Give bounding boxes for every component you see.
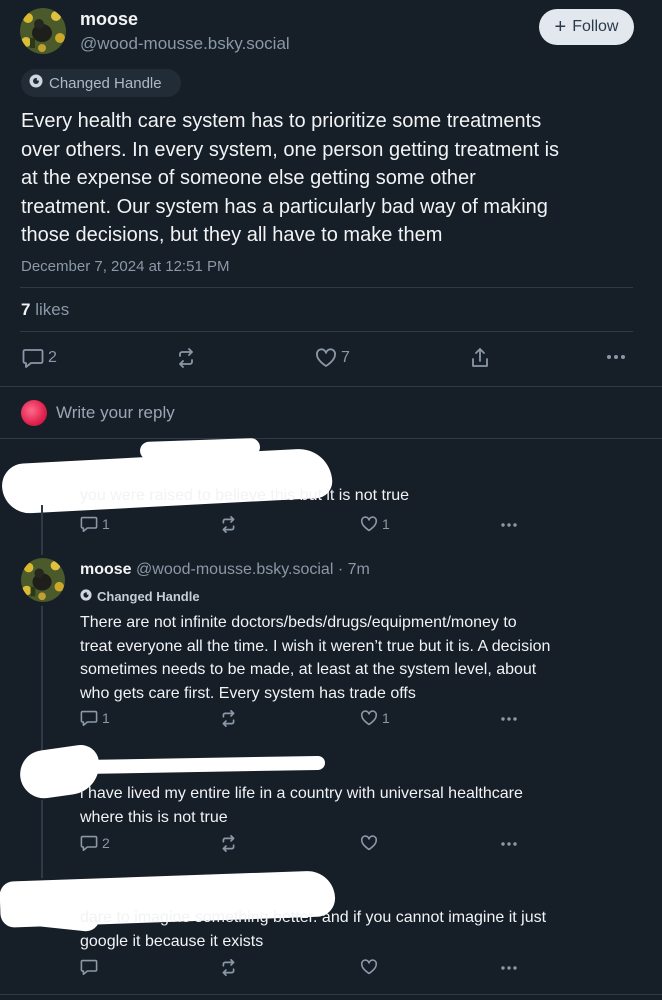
main-avatar[interactable]	[20, 8, 66, 54]
thread-line	[41, 505, 43, 555]
reply-count: 2	[102, 835, 110, 851]
like-count: 7	[341, 349, 350, 366]
changed-handle-badge[interactable]: Changed Handle	[80, 589, 200, 604]
like-button[interactable]: 1	[360, 710, 390, 726]
reply-text-line: where this is not true	[80, 808, 228, 826]
like-icon	[360, 835, 378, 851]
repost-icon	[220, 959, 237, 976]
reply-icon	[80, 516, 98, 532]
reply-avatar[interactable]	[21, 558, 65, 602]
like-count: 1	[382, 710, 390, 726]
likes-summary[interactable]: 7 likes	[21, 300, 69, 320]
like-icon	[360, 710, 378, 726]
reply-icon	[80, 959, 98, 975]
follow-label: Follow	[572, 18, 619, 35]
author-display-name[interactable]: moose	[80, 9, 138, 30]
more-options-button[interactable]	[500, 962, 518, 974]
reply-icon	[80, 710, 98, 726]
reply-button[interactable]: 2	[22, 348, 57, 368]
reply-text-line: dare to imagine something better. and if…	[80, 909, 547, 926]
redaction-scribble	[74, 755, 326, 775]
like-button[interactable]: 7	[315, 348, 350, 368]
more-icon	[500, 713, 518, 725]
likes-word: likes	[35, 300, 70, 319]
reply-count: 2	[48, 349, 57, 366]
plus-icon: +	[554, 16, 567, 38]
like-button[interactable]	[360, 959, 378, 975]
reply-count: 1	[102, 710, 110, 726]
post-text-line: at the expense of someone else getting s…	[21, 167, 476, 189]
reply-display-name: moose	[80, 561, 132, 578]
reply-button[interactable]	[80, 959, 98, 975]
more-options-button[interactable]	[500, 713, 518, 725]
like-icon	[360, 516, 378, 532]
reply-text-line: google it because it exists	[80, 932, 264, 950]
like-count: 1	[382, 516, 390, 532]
thread-line	[41, 606, 43, 751]
changed-handle-icon	[80, 589, 92, 604]
more-options-button[interactable]	[500, 838, 518, 850]
divider	[20, 287, 633, 288]
reply-text-line: sometimes needs to be made, at least at …	[80, 661, 537, 678]
reply-count: 1	[102, 516, 110, 532]
reply-button[interactable]: 1	[80, 710, 110, 726]
more-icon	[500, 519, 518, 531]
own-avatar	[21, 400, 47, 426]
reply-text-line: treat everyone all the time. I wish it w…	[80, 637, 551, 655]
reply-composer[interactable]: Write your reply	[0, 387, 662, 438]
reply-icon	[22, 348, 44, 368]
reply-button[interactable]: 2	[80, 835, 110, 851]
repost-button[interactable]	[220, 835, 237, 852]
divider	[0, 438, 662, 439]
repost-icon	[220, 835, 237, 852]
like-icon	[360, 959, 378, 975]
post-text-line: those decisions, but they all have to ma…	[21, 224, 443, 246]
divider	[0, 994, 662, 995]
more-options-button[interactable]	[500, 519, 518, 531]
post-timestamp[interactable]: December 7, 2024 at 12:51 PM	[21, 258, 229, 275]
reply-icon	[80, 835, 98, 851]
reply-text: i have lived my entire life in a country…	[80, 782, 523, 829]
repost-button[interactable]	[220, 710, 237, 727]
reply-handle: @wood-mousse.bsky.social	[136, 561, 334, 578]
repost-button[interactable]	[176, 348, 196, 368]
follow-button[interactable]: + Follow	[539, 9, 634, 45]
like-button[interactable]	[360, 835, 378, 851]
thread-line	[41, 800, 43, 878]
like-button[interactable]: 1	[360, 516, 390, 532]
more-icon	[606, 350, 626, 364]
share-icon	[470, 347, 490, 369]
reply-input-placeholder[interactable]: Write your reply	[56, 403, 175, 423]
repost-button[interactable]	[220, 516, 237, 533]
reply-text: dare to imagine something better. and if…	[80, 906, 546, 953]
author-handle[interactable]: @wood-mousse.bsky.social	[80, 34, 290, 54]
reply-text: you were raised to believe this but it i…	[80, 487, 410, 504]
like-icon	[315, 348, 337, 368]
likes-count: 7	[21, 300, 31, 319]
post-text-line: treatment. Our system has a particularly…	[21, 195, 548, 218]
repost-icon	[220, 710, 237, 727]
share-button[interactable]	[470, 347, 490, 369]
more-options-button[interactable]	[606, 350, 626, 364]
badge-label: Changed Handle	[49, 74, 162, 92]
reply-text-line: There are not infinite doctors/beds/drug…	[80, 614, 517, 631]
more-icon	[500, 838, 518, 850]
post-text-line: over others. In every system, one person…	[21, 138, 560, 161]
more-icon	[500, 962, 518, 974]
changed-handle-badge[interactable]: Changed Handle	[21, 69, 181, 97]
repost-icon	[176, 348, 196, 368]
reply-age: · 7m	[337, 561, 370, 578]
divider	[20, 331, 633, 332]
repost-icon	[220, 516, 237, 533]
reply-text-line: who gets care first. Every system has tr…	[80, 684, 416, 702]
post-body: Every health care system has to prioriti…	[21, 107, 559, 250]
reply-text-line: i have lived my entire life in a country…	[80, 785, 523, 802]
reply-button[interactable]: 1	[80, 516, 110, 532]
repost-button[interactable]	[220, 959, 237, 976]
badge-label: Changed Handle	[97, 589, 200, 604]
post-text-line: Every health care system has to prioriti…	[21, 110, 542, 132]
reply-author[interactable]: moose @wood-mousse.bsky.social · 7m	[80, 561, 370, 579]
changed-handle-icon	[29, 74, 43, 92]
reply-text: There are not infinite doctors/beds/drug…	[80, 611, 550, 705]
